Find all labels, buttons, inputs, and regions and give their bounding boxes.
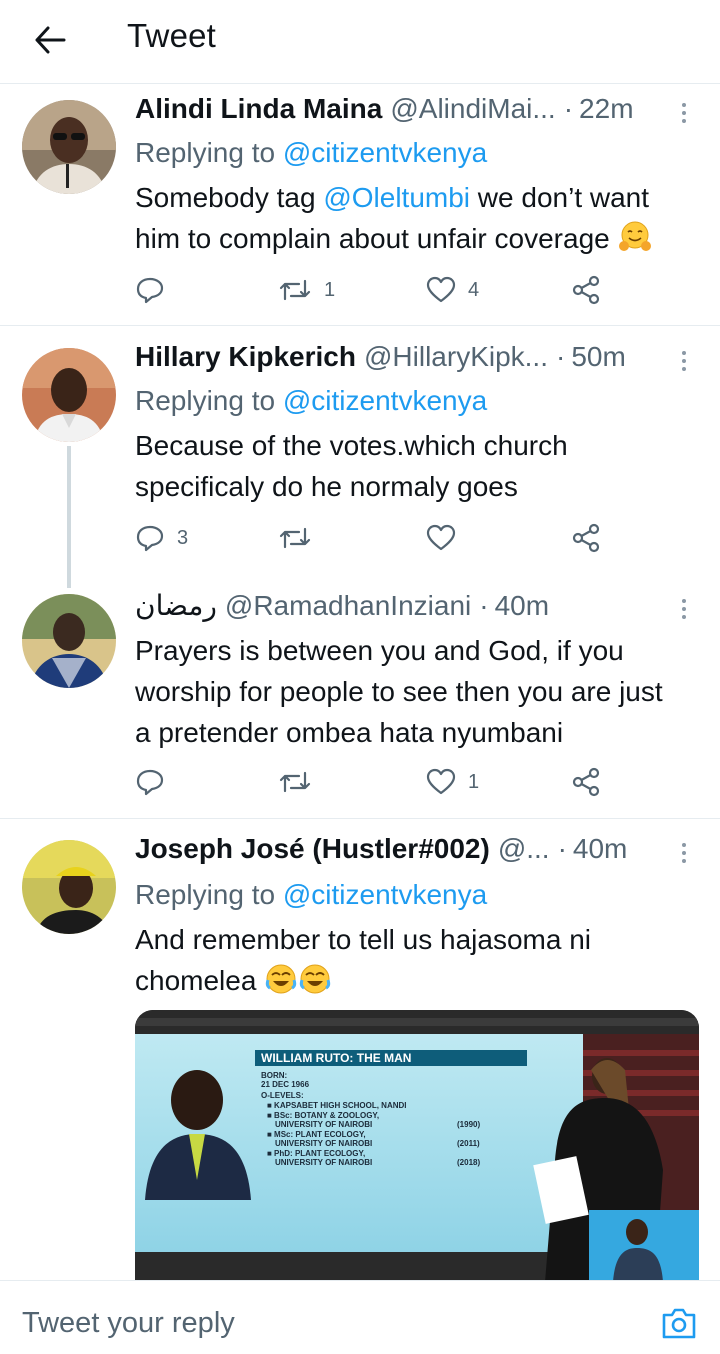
like-count: 4 [468, 278, 480, 301]
replying-handle-link[interactable]: @citizentvkenya [283, 879, 487, 910]
svg-text:BORN:: BORN: [261, 1071, 287, 1080]
retweet-count: 1 [324, 278, 336, 301]
timestamp[interactable]: 40m [573, 833, 627, 865]
replying-handle-link[interactable]: @citizentvkenya [283, 137, 487, 168]
author-name[interactable]: Alindi Linda Maina [135, 93, 382, 125]
author-handle[interactable]: @RamadhanInziani [225, 590, 471, 622]
separator-dot: · [557, 833, 567, 864]
like-count: 1 [468, 770, 480, 793]
retweet-icon [279, 771, 311, 793]
retweet-icon [279, 279, 311, 301]
retweet-button[interactable] [278, 762, 324, 802]
svg-text:■ BSc: BOTANY & ZOOLOGY,: ■ BSc: BOTANY & ZOOLOGY, [267, 1111, 379, 1120]
share-button[interactable] [571, 518, 601, 558]
separator-dot: · [479, 590, 489, 621]
heart-icon [426, 524, 456, 551]
like-button[interactable]: 4 [426, 270, 479, 310]
mention-link[interactable]: @Oleltumbi [323, 182, 470, 213]
back-arrow-icon[interactable] [30, 20, 70, 60]
svg-text:(2018): (2018) [457, 1158, 480, 1167]
reply-button[interactable] [135, 762, 177, 802]
replying-to: Replying to @citizentvkenya [135, 879, 487, 911]
replying-prefix: Replying to [135, 385, 276, 416]
more-options-icon[interactable] [674, 93, 694, 133]
reply-button[interactable]: 3 [135, 518, 188, 558]
share-icon [572, 767, 600, 797]
reply-button[interactable] [135, 270, 177, 310]
share-button[interactable] [571, 270, 601, 310]
replying-prefix: Replying to [135, 879, 276, 910]
tweet-actions: 1 [135, 762, 605, 802]
page-title: Tweet [127, 17, 217, 54]
reply-icon [136, 769, 164, 796]
share-icon [572, 523, 600, 553]
tweet-header: Joseph José (Hustler#002) @... · 40m [135, 833, 680, 873]
divider [0, 818, 720, 819]
timestamp[interactable]: 40m [495, 590, 549, 622]
divider [0, 325, 720, 326]
heart-icon [426, 768, 456, 795]
retweet-icon [279, 527, 311, 549]
author-name[interactable]: Hillary Kipkerich [135, 341, 356, 373]
svg-text:O-LEVELS:: O-LEVELS: [261, 1091, 304, 1100]
tweet-text: And remember to tell us hajasoma ni chom… [135, 924, 591, 996]
avatar[interactable] [22, 594, 116, 688]
svg-text:21 DEC 1966: 21 DEC 1966 [261, 1080, 310, 1089]
tweet-header: رمضان @RamadhanInziani · 40m [135, 589, 680, 629]
svg-text:(2011): (2011) [457, 1139, 480, 1148]
camera-icon[interactable] [660, 1305, 698, 1341]
author-handle[interactable]: @HillaryKipk... [364, 341, 548, 373]
share-button[interactable] [571, 762, 601, 802]
reply-icon [136, 277, 164, 304]
svg-text:UNIVERSITY OF NAIROBI: UNIVERSITY OF NAIROBI [275, 1158, 372, 1167]
tweet-text: Somebody tag @Oleltumbi we don’t want hi… [135, 177, 700, 259]
hugging-face-emoji-icon [618, 221, 651, 251]
tweet-text: Prayers is between you and God, if you w… [135, 635, 663, 748]
avatar[interactable] [22, 100, 116, 194]
replying-to: Replying to @citizentvkenya [135, 137, 487, 169]
more-options-icon[interactable] [674, 833, 694, 873]
more-options-icon[interactable] [674, 341, 694, 381]
avatar[interactable] [22, 840, 116, 934]
author-handle[interactable]: @... [498, 833, 550, 865]
author-name[interactable]: Joseph José (Hustler#002) [135, 833, 490, 865]
tweet-actions: 1 4 [135, 270, 605, 310]
svg-text:UNIVERSITY OF NAIROBI: UNIVERSITY OF NAIROBI [275, 1139, 372, 1148]
joy-face-emoji-icon [266, 964, 331, 994]
tweet-actions: 3 [135, 518, 605, 558]
replying-prefix: Replying to [135, 137, 276, 168]
svg-text:■ KAPSABET HIGH SCHOOL, NANDI: ■ KAPSABET HIGH SCHOOL, NANDI [267, 1101, 407, 1110]
tweet-text: Because of the votes.which church specif… [135, 430, 568, 502]
retweet-button[interactable] [278, 518, 324, 558]
avatar[interactable] [22, 348, 116, 442]
svg-text:(1990): (1990) [457, 1120, 480, 1129]
timestamp[interactable]: 22m [579, 93, 633, 125]
tweet-header: Hillary Kipkerich @HillaryKipk... · 50m [135, 341, 680, 381]
separator-dot: · [563, 93, 574, 124]
timestamp[interactable]: 50m [571, 341, 625, 373]
author-handle[interactable]: @AlindiMai... [390, 93, 555, 125]
separator-dot: · [556, 341, 566, 372]
media-banner: WILLIAM RUTO: THE MAN [261, 1051, 411, 1065]
svg-text:■ PhD: PLANT ECOLOGY,: ■ PhD: PLANT ECOLOGY, [267, 1149, 365, 1158]
retweet-button[interactable]: 1 [278, 270, 335, 310]
tweet-header: Alindi Linda Maina @AlindiMai... · 22m [135, 93, 680, 133]
reply-icon [136, 525, 164, 552]
svg-text:■ MSc: PLANT ECOLOGY,: ■ MSc: PLANT ECOLOGY, [267, 1130, 366, 1139]
reply-composer-bar: Tweet your reply [0, 1280, 720, 1354]
author-name[interactable]: رمضان [135, 589, 217, 622]
more-options-icon[interactable] [674, 589, 694, 629]
svg-text:UNIVERSITY OF NAIROBI: UNIVERSITY OF NAIROBI [275, 1120, 372, 1129]
like-button[interactable] [426, 518, 468, 558]
tweet-media-image[interactable]: WILLIAM RUTO: THE MAN BORN: 21 DEC 1966 … [135, 1010, 699, 1282]
like-button[interactable]: 1 [426, 762, 479, 802]
heart-icon [426, 276, 456, 303]
replying-handle-link[interactable]: @citizentvkenya [283, 385, 487, 416]
thread-line [67, 446, 71, 588]
reply-input[interactable]: Tweet your reply [22, 1307, 235, 1340]
replying-to: Replying to @citizentvkenya [135, 385, 487, 417]
reply-count: 3 [177, 526, 189, 549]
top-bar: Tweet [0, 0, 720, 84]
share-icon [572, 275, 600, 305]
